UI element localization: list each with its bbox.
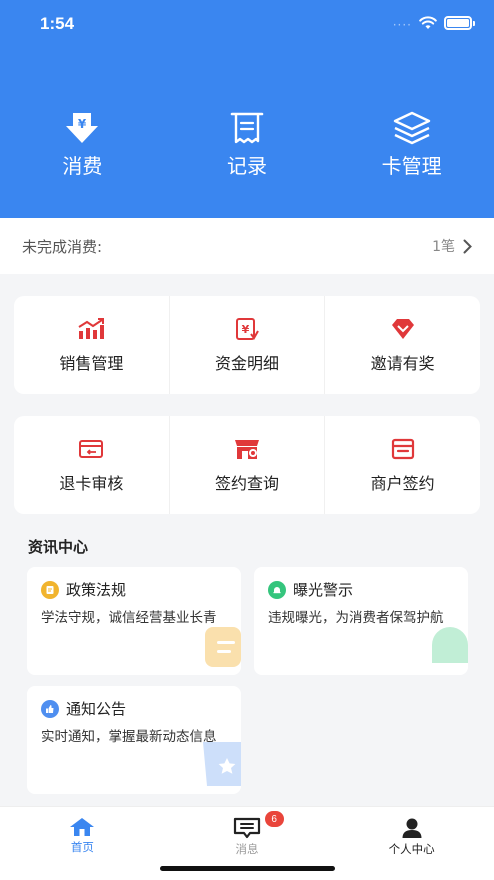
- records-label: 记录: [227, 154, 267, 178]
- news-title: 曝光警示: [293, 581, 354, 599]
- policy-icon: [41, 580, 59, 599]
- pending-count: 1笔: [432, 239, 455, 255]
- merchant-sign-button[interactable]: 商户签约: [325, 416, 480, 514]
- bell-deco-icon: [432, 627, 468, 663]
- pending-count-group: 1笔: [432, 236, 472, 256]
- news-title: 政策法规: [66, 581, 127, 599]
- card-return-review-button[interactable]: 退卡审核: [14, 416, 170, 514]
- pending-consumption-row[interactable]: 未完成消费: 1笔: [0, 218, 494, 274]
- layers-icon: [392, 108, 432, 148]
- status-time: 1:54: [40, 14, 75, 33]
- records-button[interactable]: 记录: [165, 108, 330, 179]
- status-bar: 1:54 ····: [0, 0, 494, 50]
- store-search-icon: [232, 436, 262, 462]
- tab-messages-label: 消息: [235, 842, 259, 856]
- sales-manage-button[interactable]: 销售管理: [14, 296, 170, 394]
- invite-reward-button[interactable]: 邀请有奖: [325, 296, 480, 394]
- yuan-download-icon: ¥: [62, 108, 102, 148]
- invite-reward-label: 邀请有奖: [370, 354, 435, 373]
- thumbs-up-icon: [41, 699, 59, 718]
- pending-label: 未完成消费:: [22, 237, 103, 256]
- wifi-icon: [419, 16, 437, 29]
- sign-query-label: 签约查询: [215, 474, 280, 493]
- tab-profile-label: 个人中心: [388, 842, 435, 856]
- card-return-icon: [76, 436, 106, 462]
- message-icon: [233, 817, 261, 839]
- star-badge-deco-icon: [203, 742, 241, 786]
- news-desc: 实时通知，掌握最新动态信息: [41, 729, 217, 745]
- news-desc: 学法守规，诚信经营基业长青: [41, 610, 217, 626]
- home-indicator: [160, 866, 335, 871]
- user-icon: [402, 818, 422, 838]
- tab-profile[interactable]: 个人中心: [329, 807, 494, 880]
- consume-label: 消费: [62, 154, 103, 178]
- svg-text:¥: ¥: [78, 117, 87, 131]
- consume-button[interactable]: ¥ 消费: [0, 108, 165, 179]
- sign-query-button[interactable]: 签约查询: [170, 416, 326, 514]
- merchant-sign-label: 商户签约: [370, 474, 435, 493]
- receipt-icon: [227, 108, 267, 148]
- card-manage-button[interactable]: 卡管理: [329, 108, 494, 179]
- news-card-exposure[interactable]: 曝光警示 违规曝光，为消费者保驾护航: [254, 567, 468, 675]
- news-card-notice[interactable]: 通知公告 实时通知，掌握最新动态信息: [27, 686, 241, 794]
- status-icons: ····: [392, 14, 475, 32]
- message-badge: 6: [264, 811, 284, 827]
- function-grid-row1: 销售管理 ¥ 资金明细 邀请有奖: [14, 296, 480, 394]
- function-grid-row2: 退卡审核 签约查询 商户签约: [14, 416, 480, 514]
- card-manage-label: 卡管理: [381, 154, 442, 178]
- news-section-title: 资讯中心: [28, 538, 89, 556]
- sales-manage-label: 销售管理: [59, 354, 124, 373]
- sales-chart-icon: [76, 316, 106, 342]
- bell-icon: [268, 580, 286, 599]
- tab-home-label: 首页: [70, 840, 94, 854]
- tab-home[interactable]: 首页: [0, 807, 165, 880]
- chevron-right-icon: [463, 239, 472, 253]
- news-title: 通知公告: [66, 700, 127, 718]
- fund-detail-label: 资金明细: [215, 354, 280, 373]
- fund-detail-button[interactable]: ¥ 资金明细: [170, 296, 326, 394]
- battery-icon: [444, 16, 475, 30]
- card-return-review-label: 退卡审核: [59, 474, 124, 493]
- policy-deco-icon: [205, 627, 241, 667]
- news-desc: 违规曝光，为消费者保驾护航: [268, 610, 444, 626]
- news-card-policy[interactable]: 政策法规 学法守规，诚信经营基业长青: [27, 567, 241, 675]
- merchant-sign-icon: [388, 436, 418, 462]
- header-banner: 1:54 ···· ¥ 消费 记录 卡管理: [0, 0, 494, 218]
- fund-detail-icon: ¥: [232, 316, 262, 342]
- diamond-gift-icon: [388, 316, 418, 342]
- top-actions: ¥ 消费 记录 卡管理: [0, 108, 494, 179]
- signal-icon: ····: [392, 18, 412, 32]
- home-icon: [70, 818, 95, 836]
- svg-text:¥: ¥: [242, 323, 250, 336]
